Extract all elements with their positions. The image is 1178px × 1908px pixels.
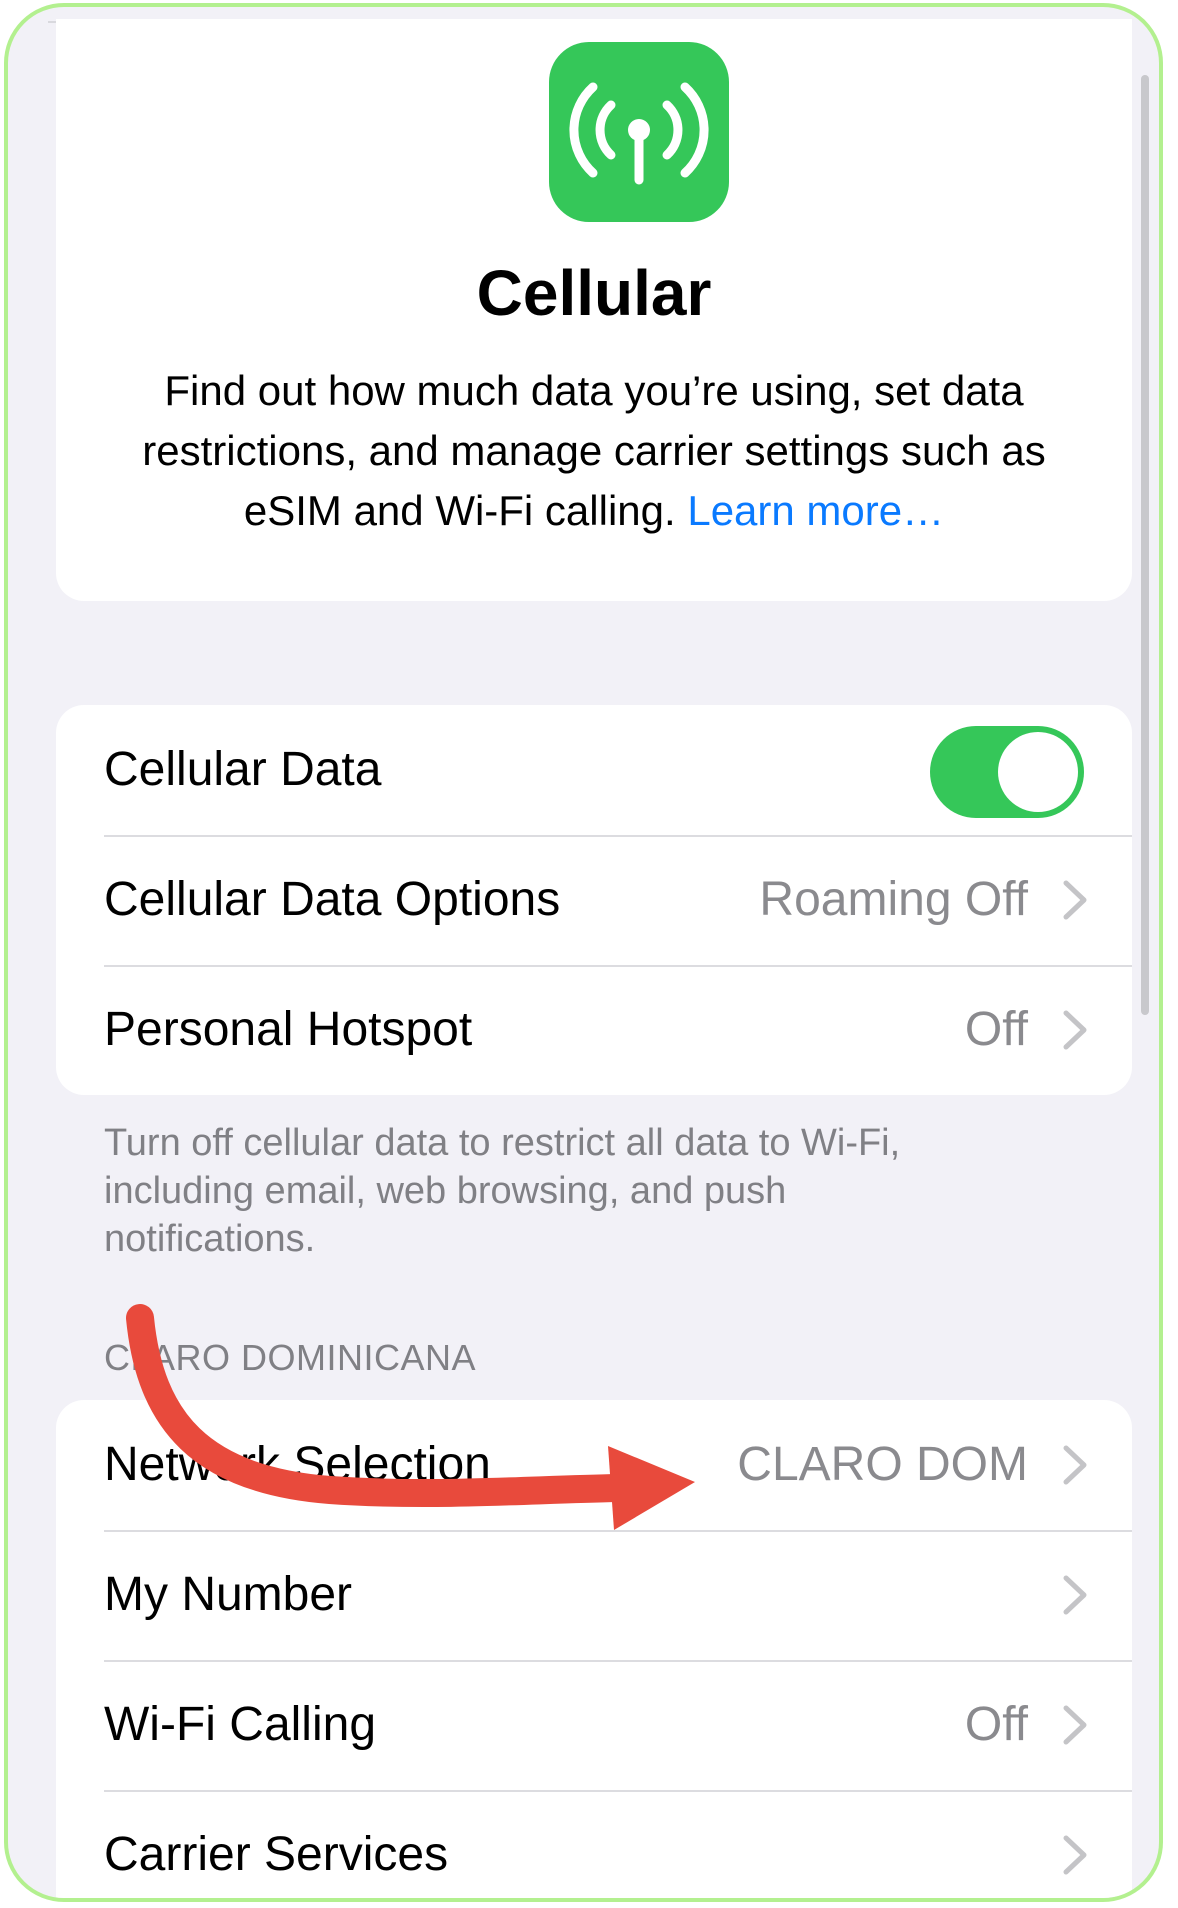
network-selection-label: Network Selection	[104, 1438, 491, 1491]
toggle-knob	[998, 732, 1078, 812]
chevron-right-icon	[1063, 1575, 1087, 1615]
cellular-data-options-value: Roaming Off	[759, 873, 1028, 926]
personal-hotspot-value: Off	[964, 1003, 1028, 1056]
cellular-data-footnote: Turn off cellular data to restrict all d…	[104, 1122, 901, 1260]
cellular-data-group: Cellular Data Cellular Data Options Roam…	[56, 705, 1132, 1095]
chevron-right-icon	[1063, 1705, 1087, 1745]
carrier-section-header: CLARO DOMINICANA	[104, 1337, 477, 1378]
cellular-data-row[interactable]: Cellular Data	[56, 705, 1132, 835]
personal-hotspot-row[interactable]: Personal Hotspot Off	[56, 965, 1132, 1095]
wifi-calling-label: Wi-Fi Calling	[104, 1698, 377, 1751]
network-selection-value: CLARO DOM	[737, 1438, 1028, 1491]
wifi-calling-value: Off	[964, 1698, 1028, 1751]
learn-more-link[interactable]: Learn more…	[687, 487, 944, 534]
chevron-right-icon	[1063, 1010, 1087, 1050]
carrier-group: Network Selection CLARO DOM My Number Wi…	[56, 1400, 1132, 1898]
cellular-data-toggle[interactable]	[930, 726, 1084, 818]
carrier-services-row[interactable]: Carrier Services	[56, 1790, 1132, 1898]
carrier-services-label: Carrier Services	[104, 1828, 449, 1881]
cellular-data-label: Cellular Data	[104, 743, 382, 796]
page-title: Cellular	[476, 257, 712, 329]
page-description: Find out how much data you’re using, set…	[116, 361, 1072, 541]
network-selection-row[interactable]: Network Selection CLARO DOM	[56, 1400, 1132, 1530]
antenna-icon	[549, 42, 729, 222]
chevron-right-icon	[1063, 1445, 1087, 1485]
my-number-label: My Number	[104, 1568, 353, 1621]
chevron-right-icon	[1063, 880, 1087, 920]
cellular-data-options-label: Cellular Data Options	[104, 873, 561, 926]
my-number-row[interactable]: My Number	[56, 1530, 1132, 1660]
personal-hotspot-label: Personal Hotspot	[104, 1003, 473, 1056]
settings-screen: Cellular Find out how much data you’re u…	[4, 3, 1163, 1902]
cellular-info-card: Cellular Find out how much data you’re u…	[56, 19, 1132, 601]
scrollbar[interactable]	[1141, 75, 1149, 1015]
wifi-calling-row[interactable]: Wi-Fi Calling Off	[56, 1660, 1132, 1790]
chevron-right-icon	[1063, 1835, 1087, 1875]
cellular-data-options-row[interactable]: Cellular Data Options Roaming Off	[56, 835, 1132, 965]
